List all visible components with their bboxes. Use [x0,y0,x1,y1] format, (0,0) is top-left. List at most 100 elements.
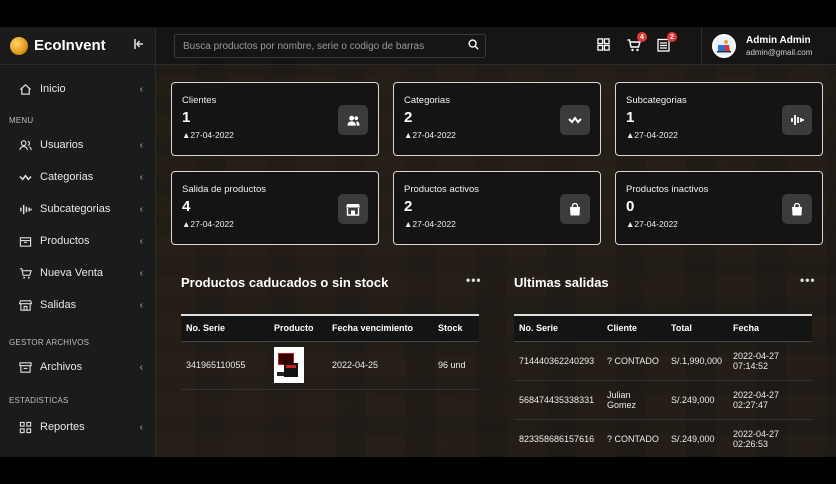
cell-serie: 341965110055 [181,341,269,390]
card-title: Subcategorias [626,95,687,106]
card-title: Productos inactivos [626,184,709,195]
table-row[interactable]: 823358686157616 ? CONTADO S/.249,000 202… [514,419,812,457]
column-header: Fecha [728,314,812,342]
column-header: Producto [269,314,327,342]
section-menu: MENU [9,116,34,125]
sidebar-item-label: Productos [40,235,90,247]
cell-fecha: 2022-04-27 07:14:52 [728,341,812,381]
salidas-panel-title: Ultimas salidas [514,275,609,290]
sidebar-item-label: Nueva Venta [40,267,103,279]
card-productos-activos: Productos activos 2 ▲27-04-2022 [393,171,601,245]
chevron-left-icon: ‹ [139,83,143,95]
sidebar-item-categorias[interactable]: Categorias ‹ [0,161,155,193]
cell-cliente: ? CONTADO [602,419,666,457]
sidebar-item-nueva-venta[interactable]: Nueva Venta ‹ [0,257,155,289]
fecha-time: 07:14:52 [733,360,769,371]
cliente-first: Julian [607,389,631,400]
sidebar-item-subcategorias[interactable]: Subcategorias ‹ [0,193,155,225]
list-badge: 2 [667,32,677,42]
sidebar-item-reportes[interactable]: Reportes ‹ [0,411,155,443]
card-title: Productos activos [404,184,479,195]
apps-icon[interactable] [597,38,611,52]
list-icon[interactable]: 2 [657,32,677,52]
cliente-last: Gomez [607,399,637,410]
chevron-left-icon: ‹ [139,299,143,311]
chevron-left-icon: ‹ [139,235,143,247]
wave-icon [18,170,32,184]
avatar [712,34,736,58]
collapse-sidebar-icon[interactable] [133,38,145,53]
card-title: Categorias [404,95,450,106]
column-header: Fecha vencimiento [327,314,433,342]
card-productos-inactivos: Productos inactivos 0 ▲27-04-2022 [615,171,823,245]
cell-stock: 96 und [433,341,479,390]
sidebar-item-label: Salidas [40,299,77,311]
fecha-time: 02:26:53 [733,438,769,449]
sidebar-item-salidas[interactable]: Salidas ‹ [0,289,155,321]
sidebar-item-label: Subcategorias [40,203,111,215]
store-icon [338,194,368,224]
fecha-date: 2022-04-27 [733,389,780,400]
sidebar: EcoInvent Inicio ‹ MENU Usuarios ‹ Categ… [0,27,156,457]
salidas-table: No. Serie Cliente Total Fecha 7144403622… [514,314,812,457]
table-row[interactable]: 341965110055 2022-04-25 96 und [181,341,479,390]
fecha-time: 02:27:47 [733,399,769,410]
card-subcategorias: Subcategorias 1 ▲27-04-2022 [615,82,823,156]
chevron-left-icon: ‹ [139,421,143,433]
box-icon [18,234,32,248]
brand: EcoInvent [0,27,155,65]
card-title: Clientes [182,95,217,106]
fecha-date: 2022-04-27 [733,428,780,439]
wave-icon [560,105,590,135]
card-categorias: Categorias 2 ▲27-04-2022 [393,82,601,156]
sidebar-item-productos[interactable]: Productos ‹ [0,225,155,257]
cart-badge: 4 [637,32,647,42]
sidebar-item-label: Categorias [40,171,94,183]
cell-fecha: 2022-04-27 02:26:53 [728,419,812,457]
store-icon [18,298,32,312]
bag-icon [560,194,590,224]
table-row[interactable]: 714440362240293 ? CONTADO S/.1,990,000 2… [514,341,812,381]
search-input[interactable] [175,40,461,52]
app-window: EcoInvent Inicio ‹ MENU Usuarios ‹ Categ… [0,27,836,457]
sidebar-item-label: Usuarios [40,139,84,151]
bars-icon [782,105,812,135]
cell-serie: 823358686157616 [514,419,602,457]
user-email: admin@gmail.com [746,48,813,57]
user-menu[interactable]: Admin Admin admin@gmail.com [701,27,836,65]
product-thumbnail [274,347,304,383]
cell-fecha: 2022-04-25 [327,341,433,390]
sidebar-item-label: Archivos [40,361,83,373]
cell-serie: 714440362240293 [514,341,602,381]
sidebar-item-inicio[interactable]: Inicio ‹ [0,73,155,105]
column-header: No. Serie [181,314,269,342]
sidebar-item-label: Reportes [40,421,85,433]
cell-total: S/.249,000 [666,419,728,457]
cell-serie: 568474435338331 [514,380,602,420]
cell-fecha: 2022-04-27 02:27:47 [728,380,812,420]
cell-total: S/.1,990,000 [666,341,728,381]
bars-icon [18,202,32,216]
user-name: Admin Admin [746,35,811,46]
more-options-icon[interactable]: ••• [800,273,816,287]
sidebar-item-usuarios[interactable]: Usuarios ‹ [0,129,155,161]
cell-cliente: ? CONTADO [602,341,666,381]
expired-panel-title: Productos caducados o sin stock [181,275,389,290]
section-gestor-archivos: GESTOR ARCHIVOS [9,338,90,347]
cart-icon[interactable]: 4 [627,32,647,52]
table-header: No. Serie Producto Fecha vencimiento Sto… [181,314,479,342]
chevron-left-icon: ‹ [139,361,143,373]
grid-icon [18,420,32,434]
sidebar-item-archivos[interactable]: Archivos ‹ [0,351,155,383]
users-icon [338,105,368,135]
cart-icon [18,266,32,280]
more-options-icon[interactable]: ••• [466,273,482,287]
cell-cliente: Julian Gomez [602,380,666,420]
section-estadisticas: ESTADISTICAS [9,396,69,405]
table-header: No. Serie Cliente Total Fecha [514,314,812,342]
app-name: EcoInvent [34,37,106,54]
search-icon[interactable] [461,37,485,55]
table-row[interactable]: 568474435338331 Julian Gomez S/.249,000 2… [514,380,812,420]
chevron-left-icon: ‹ [139,203,143,215]
column-header: Cliente [602,314,666,342]
